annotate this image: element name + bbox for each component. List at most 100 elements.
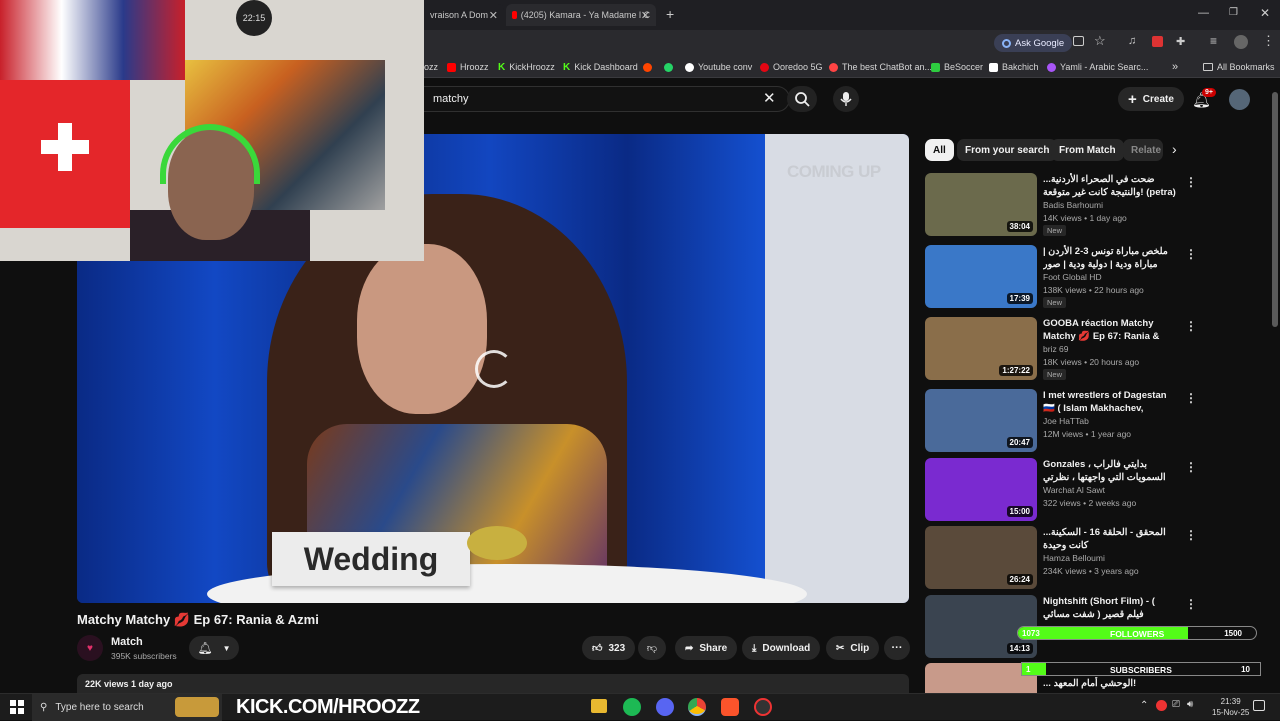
recommendation-item[interactable]: 17:39 ملخص مباراة تونس 3-2 الأردن | مبار… [925,245,1255,309]
recommendation-title[interactable]: ضحت في الصحراء الأردنية... والنتيجة كانت… [1043,173,1179,199]
recommendation-channel[interactable]: briz 69 [1043,344,1069,354]
minimize-icon[interactable]: — [1198,7,1209,19]
like-button[interactable]: 👍︎ 323 [582,636,636,660]
bookmark-item[interactable]: K KickHroozz [498,60,555,74]
page-scrollbar[interactable] [1272,92,1278,327]
more-actions-button[interactable]: ··· [884,636,910,660]
file-explorer-icon[interactable] [591,699,607,713]
reading-list-icon[interactable]: ≡ [1210,34,1217,48]
recommendation-channel[interactable]: Warchat Al Sawt [1043,485,1105,495]
recommendation-channel[interactable]: Badis Barhoumi [1043,200,1103,210]
recommendation-title[interactable]: المحقق - الحلقة 16 - السكينة... كانت وحي… [1043,526,1179,552]
close-window-icon[interactable]: ✕ [1260,6,1270,20]
network-icon[interactable]: ⎚ [1172,699,1180,710]
extensions-puzzle-icon[interactable]: ✚ [1176,35,1185,48]
recommendation-title[interactable]: GOOBA réaction Matchy Matchy 💋 Ep 67: Ra… [1043,317,1179,344]
bookmark-item[interactable]: K Kick Dashboard [563,60,638,74]
more-options-icon[interactable]: ⋮ [1185,391,1197,405]
extension-icon[interactable] [1152,36,1163,47]
more-options-icon[interactable]: ⋮ [1185,528,1197,542]
more-options-icon[interactable]: ⋮ [1185,247,1197,261]
video-thumbnail[interactable]: 1:27:22 [925,317,1037,380]
chip-related[interactable]: Relate [1123,139,1163,161]
more-options-icon[interactable]: ⋮ [1185,460,1197,474]
search-box[interactable]: ✕ [424,86,790,112]
create-button[interactable]: + Create [1118,87,1184,111]
browser-tab[interactable]: vraison A Dom ✕ [424,4,504,26]
restore-icon[interactable]: ❐ [1229,7,1238,18]
spotify-icon[interactable] [623,698,641,716]
media-icon[interactable]: ♫ [1128,35,1136,47]
chrome-menu-icon[interactable]: ⋮ [1262,33,1275,49]
voice-search-button[interactable] [833,86,859,112]
bookmark-item[interactable] [664,60,673,74]
chip-all[interactable]: All [925,139,954,161]
description-box[interactable]: 22K views 1 day ago [77,674,909,693]
tray-app-icon[interactable] [1156,700,1167,711]
profile-avatar[interactable] [1234,35,1248,49]
recommendation-item[interactable]: 1:27:22 GOOBA réaction Matchy Matchy 💋 E… [925,317,1255,381]
bookmark-item[interactable]: Yamli - Arabic Searc... [1047,60,1148,74]
app-icon[interactable] [754,698,772,716]
subscription-bell-button[interactable]: 🔔︎ ▼ [189,636,239,660]
recommendation-item[interactable]: 38:04 ضحت في الصحراء الأردنية... والنتيج… [925,173,1255,237]
dislike-button[interactable]: 👎︎ [638,636,666,660]
windows-start-icon[interactable] [10,700,24,714]
discord-icon[interactable] [656,698,674,716]
chip-from-match[interactable]: From Match [1051,139,1124,161]
volume-icon[interactable]: 🔊︎ [1187,699,1193,710]
video-thumbnail[interactable]: 20:47 [925,389,1037,452]
recommendation-item[interactable]: 20:47 I met wrestlers of Dagestan 🇷🇺 ( I… [925,389,1255,453]
channel-name[interactable]: Match [111,636,143,648]
more-options-icon[interactable]: ⋮ [1185,175,1197,189]
browser-tab-active[interactable]: (4205) Kamara - Ya Madame l C ✕ [506,4,656,26]
bookmark-item[interactable]: Youtube conv [685,60,752,74]
recommendation-title[interactable]: Gonzales بدايتي فالراب ، السمويات التي و… [1043,458,1179,485]
recommendation-title[interactable]: ... الوحشي أمام المعهد! [1043,677,1179,690]
video-thumbnail[interactable]: 15:00 [925,458,1037,521]
bookmark-item[interactable]: Bakchich [989,60,1039,74]
recommendation-channel[interactable]: Foot Global HD [1043,272,1102,282]
chevron-right-icon[interactable]: › [1172,141,1177,157]
video-thumbnail[interactable]: 38:04 [925,173,1037,236]
download-button[interactable]: ⤓ Download [742,636,821,660]
chip-from-your-search[interactable]: From your search [957,139,1058,161]
video-thumbnail[interactable]: 17:39 [925,245,1037,308]
recommendation-item[interactable]: 15:00 Gonzales بدايتي فالراب ، السمويات … [925,458,1255,522]
more-bookmarks-icon[interactable]: » [1172,60,1178,74]
ask-google-button[interactable]: Ask Google [994,34,1073,52]
chrome-icon[interactable] [688,698,706,716]
recommendation-title[interactable]: ملخص مباراة تونس 3-2 الأردن | مباراة ودي… [1043,245,1179,272]
search-button[interactable] [787,86,817,112]
recommendation-item[interactable]: 26:24 المحقق - الحلقة 16 - السكينة... كا… [925,526,1255,590]
account-avatar[interactable] [1229,89,1250,110]
channel-avatar[interactable]: ♥ [77,635,103,661]
close-tab-icon[interactable]: ✕ [641,9,650,22]
video-thumbnail[interactable]: 26:24 [925,526,1037,589]
bookmark-item[interactable]: Hroozz [447,60,489,74]
bookmark-item[interactable] [643,60,652,74]
bookmark-star-icon[interactable]: ☆ [1094,33,1106,49]
more-options-icon[interactable]: ⋮ [1185,597,1197,611]
bookmark-item[interactable]: BeSoccer [931,60,983,74]
system-tray-chevron-icon[interactable]: ⌃ [1140,700,1148,711]
new-tab-button[interactable]: + [666,6,674,22]
recommendation-channel[interactable]: Hamza Belloumi [1043,553,1105,563]
weather-widget-icon[interactable] [175,697,219,717]
recommendation-title[interactable]: Nightshift (Short Film) - ( شفت مسائي ) … [1043,595,1179,621]
bookmark-item[interactable]: ozz [424,60,438,74]
clear-search-icon[interactable]: ✕ [763,89,776,107]
system-clock[interactable]: 21:39 15-Nov-25 [1212,696,1249,718]
notification-center-icon[interactable] [1253,700,1265,711]
brave-icon[interactable] [721,698,739,716]
all-bookmarks-folder[interactable]: All Bookmarks [1203,60,1275,74]
bookmark-item[interactable]: Ooredoo 5G [760,60,823,74]
bookmark-item[interactable]: The best ChatBot an... [829,60,932,74]
more-options-icon[interactable]: ⋮ [1185,319,1197,333]
share-button[interactable]: ➦ Share [675,636,738,660]
install-app-icon[interactable] [1073,36,1084,46]
recommendation-title[interactable]: I met wrestlers of Dagestan 🇷🇺 ( Islam M… [1043,389,1179,416]
clip-button[interactable]: ✂ Clip [826,636,880,660]
search-input[interactable] [433,91,753,107]
recommendation-channel[interactable]: Joe HaTTab [1043,416,1089,426]
